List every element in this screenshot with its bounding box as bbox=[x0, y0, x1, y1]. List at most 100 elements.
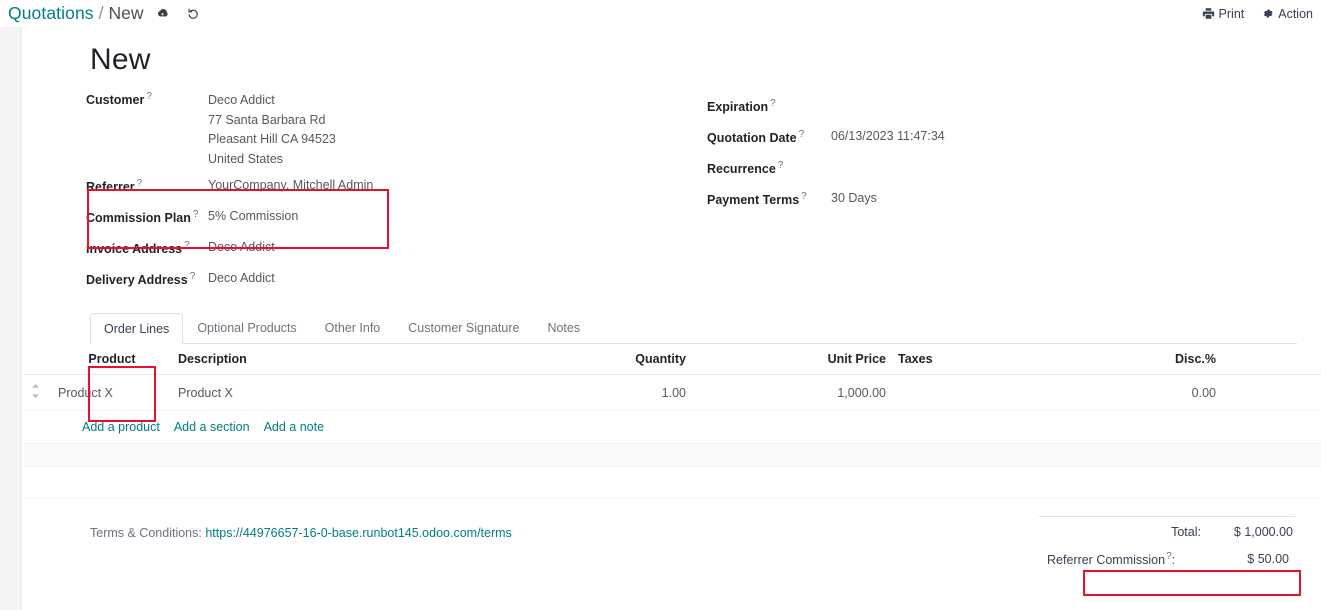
help-icon[interactable]: ? bbox=[184, 240, 190, 251]
discard-undo-icon[interactable] bbox=[186, 6, 201, 21]
total-value: $ 1,000.00 bbox=[1233, 525, 1293, 539]
field-customer: Customer? Deco Addict 77 Santa Barbara R… bbox=[86, 90, 704, 170]
referrer-commission-value: $ 50.00 bbox=[1247, 552, 1289, 567]
field-customer-label: Customer? bbox=[86, 91, 152, 108]
tab-optional-products[interactable]: Optional Products bbox=[183, 312, 310, 343]
cell-product[interactable]: Product X bbox=[52, 374, 172, 411]
terms-and-conditions: Terms & Conditions: https://44976657-16-… bbox=[90, 516, 1039, 573]
empty-row-filler-shaded bbox=[24, 443, 1321, 467]
help-icon[interactable]: ? bbox=[801, 191, 807, 202]
field-delivery-address: Delivery Address? Deco Addict bbox=[86, 263, 704, 294]
handle-column-header bbox=[24, 344, 52, 375]
table-row[interactable]: Product X Product X 1.00 1,000.00 0.00 $… bbox=[24, 374, 1321, 411]
control-panel: Quotations / New Print Action bbox=[0, 0, 1321, 27]
breadcrumb-root-quotations[interactable]: Quotations bbox=[8, 3, 94, 24]
field-delivery-address-label: Delivery Address? bbox=[86, 270, 196, 288]
field-invoice-address-value[interactable]: Deco Addict bbox=[208, 237, 275, 258]
cell-quantity[interactable]: 1.00 bbox=[472, 374, 692, 411]
cell-taxes[interactable] bbox=[892, 374, 1037, 411]
cell-unit-price[interactable]: 1,000.00 bbox=[692, 374, 892, 411]
cell-subtotal: $ 1,000.00 bbox=[1222, 374, 1321, 411]
column-header-subtotal: Subtotal bbox=[1222, 344, 1321, 375]
help-icon[interactable]: ? bbox=[799, 129, 805, 140]
breadcrumb-separator: / bbox=[98, 3, 104, 23]
referrer-commission-row: Referrer Commission?: $ 50.00 bbox=[1039, 545, 1295, 573]
odoo-sale-order-form: Quotations / New Print Action New Custom… bbox=[0, 0, 1321, 610]
field-quotation-date: Quotation Date? 06/13/2023 11:47:34 bbox=[707, 121, 1224, 152]
field-recurrence-value[interactable] bbox=[819, 167, 831, 168]
total-row: Total: $ 1,000.00 bbox=[1039, 517, 1295, 545]
add-a-product-link[interactable]: Add a product bbox=[82, 420, 160, 434]
field-commission-plan-value[interactable]: 5% Commission bbox=[208, 206, 298, 227]
page-title: New bbox=[90, 43, 151, 76]
field-recurrence: Recurrence? bbox=[707, 152, 1224, 183]
empty-filler-cell bbox=[24, 443, 1321, 467]
left-rail bbox=[0, 27, 22, 610]
field-expiration-value[interactable] bbox=[819, 105, 831, 106]
notebook-tabs: Order Lines Optional Products Other Info… bbox=[90, 312, 1297, 344]
field-payment-terms-value[interactable]: 30 Days bbox=[819, 188, 877, 209]
field-commission-plan: Commission Plan? 5% Commission bbox=[86, 201, 704, 232]
field-commission-plan-label: Commission Plan? bbox=[86, 208, 199, 226]
tab-order-lines[interactable]: Order Lines bbox=[90, 313, 184, 344]
field-referrer-value[interactable]: YourCompany, Mitchell Admin bbox=[208, 175, 373, 196]
field-invoice-address-label: Invoice Address? bbox=[86, 239, 190, 257]
order-lines-table-container: Product Description Quantity Unit Price … bbox=[24, 344, 1321, 499]
empty-filler-cell bbox=[24, 466, 1321, 499]
action-menu-button[interactable]: Action bbox=[1261, 7, 1313, 21]
column-header-discount[interactable]: Disc.% bbox=[1037, 344, 1222, 375]
field-customer-value[interactable]: Deco Addict 77 Santa Barbara Rd Pleasant… bbox=[208, 90, 336, 169]
field-quotation-date-label: Quotation Date? bbox=[707, 128, 805, 146]
terms-url-link[interactable]: https://44976657-16-0-base.runbot145.odo… bbox=[205, 526, 511, 540]
notebook: Order Lines Optional Products Other Info… bbox=[86, 312, 1297, 344]
row-drag-handle-cell bbox=[24, 374, 52, 411]
tab-customer-signature[interactable]: Customer Signature bbox=[394, 312, 533, 343]
help-icon[interactable]: ? bbox=[770, 98, 776, 109]
drag-handle-icon[interactable] bbox=[30, 384, 41, 398]
form-sheet: New Customer? Deco Addict 77 Santa Barba… bbox=[24, 43, 1321, 573]
gear-icon bbox=[1261, 7, 1274, 20]
order-lines-body: Product X Product X 1.00 1,000.00 0.00 $… bbox=[24, 374, 1321, 499]
tab-other-info[interactable]: Other Info bbox=[311, 312, 395, 343]
field-payment-terms: Payment Terms? 30 Days bbox=[707, 183, 1224, 214]
empty-row-filler bbox=[24, 466, 1321, 499]
field-referrer-label: Referrer? bbox=[86, 177, 143, 195]
field-delivery-address-value[interactable]: Deco Addict bbox=[208, 268, 275, 289]
help-icon[interactable]: ? bbox=[193, 209, 199, 220]
column-header-product[interactable]: Product bbox=[52, 344, 172, 375]
add-a-note-link[interactable]: Add a note bbox=[264, 420, 324, 434]
print-label: Print bbox=[1218, 6, 1245, 21]
customer-city-state-zip: Pleasant Hill CA 94523 bbox=[208, 132, 336, 146]
printer-icon bbox=[1202, 7, 1215, 20]
totals-block: Total: $ 1,000.00 Referrer Commission?: … bbox=[1039, 516, 1297, 573]
customer-country: United States bbox=[208, 151, 284, 166]
cloud-upload-icon[interactable] bbox=[155, 6, 170, 21]
add-line-cell: Add a product Add a section Add a note bbox=[24, 410, 1321, 444]
field-payment-terms-label: Payment Terms? bbox=[707, 190, 807, 208]
cell-description[interactable]: Product X bbox=[172, 374, 472, 411]
column-header-description[interactable]: Description bbox=[172, 344, 472, 375]
field-referrer: Referrer? YourCompany, Mitchell Admin bbox=[86, 170, 704, 201]
column-header-quantity[interactable]: Quantity bbox=[472, 344, 692, 375]
help-icon[interactable]: ? bbox=[137, 178, 143, 189]
form-sheet-wrapper: New Customer? Deco Addict 77 Santa Barba… bbox=[23, 27, 1321, 610]
field-expiration-label: Expiration? bbox=[707, 97, 776, 115]
help-icon[interactable]: ? bbox=[778, 160, 784, 171]
help-icon[interactable]: ? bbox=[146, 91, 152, 102]
order-lines-table: Product Description Quantity Unit Price … bbox=[24, 344, 1321, 499]
tab-notes[interactable]: Notes bbox=[533, 312, 594, 343]
order-lines-header: Product Description Quantity Unit Price … bbox=[24, 344, 1321, 375]
field-recurrence-label: Recurrence? bbox=[707, 159, 784, 177]
form-shell: New Customer? Deco Addict 77 Santa Barba… bbox=[0, 27, 1321, 610]
print-button[interactable]: Print bbox=[1202, 6, 1245, 21]
control-panel-actions: Print Action bbox=[1202, 0, 1313, 27]
field-quotation-date-value[interactable]: 06/13/2023 11:47:34 bbox=[819, 126, 945, 147]
cell-discount[interactable]: 0.00 bbox=[1037, 374, 1222, 411]
form-fields: Customer? Deco Addict 77 Santa Barbara R… bbox=[86, 90, 1297, 294]
column-header-unit-price[interactable]: Unit Price bbox=[692, 344, 892, 375]
form-column-right: Expiration? Quotation Date? 06/13/2023 1… bbox=[704, 90, 1224, 294]
help-icon[interactable]: ? bbox=[190, 271, 196, 282]
column-header-taxes[interactable]: Taxes bbox=[892, 344, 1037, 375]
customer-name: Deco Addict bbox=[208, 93, 275, 107]
add-a-section-link[interactable]: Add a section bbox=[174, 420, 250, 434]
